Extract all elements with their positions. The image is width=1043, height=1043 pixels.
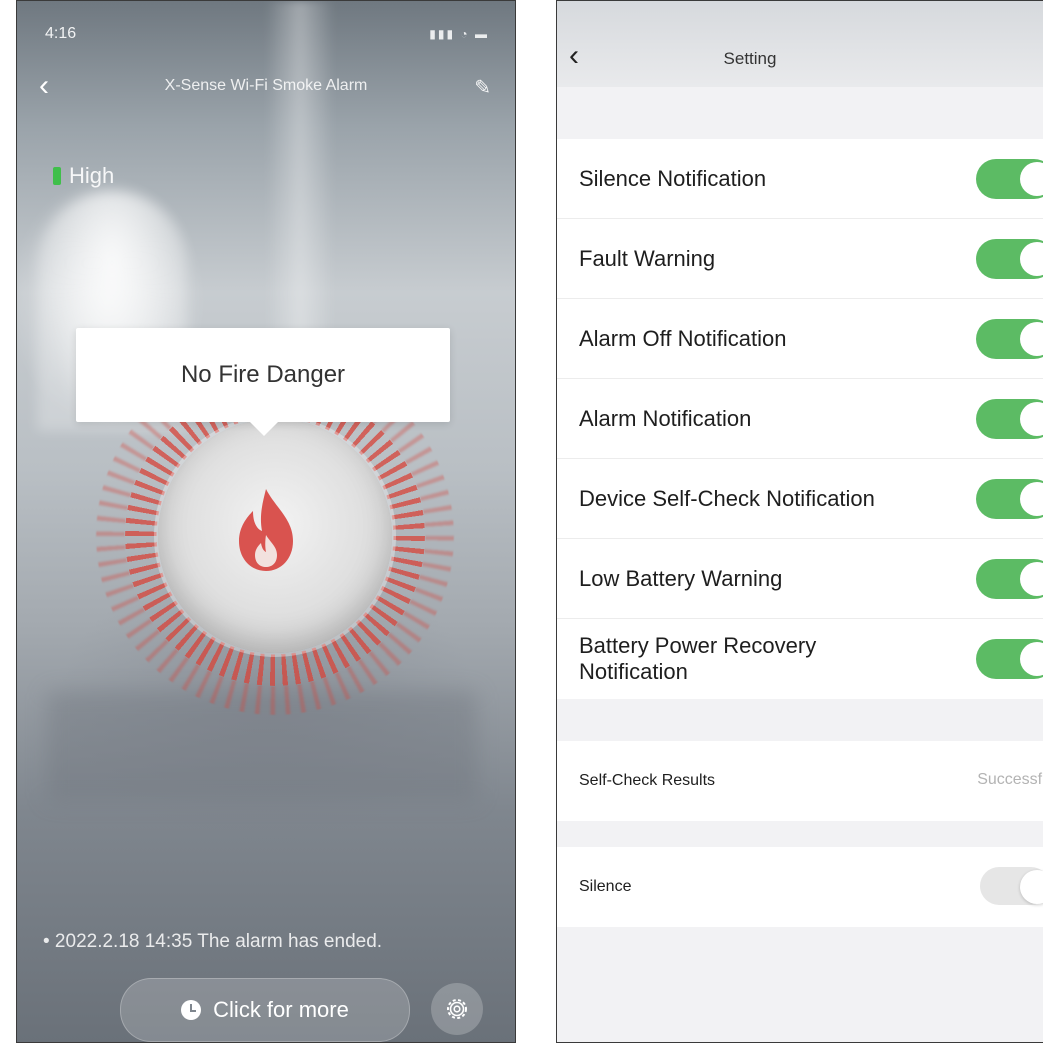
toggle-knob [1020, 402, 1043, 436]
toggle-knob [1020, 870, 1043, 904]
self-check-notification-toggle[interactable] [976, 479, 1043, 519]
self-check-results-row[interactable]: Self-Check Results Successfu [557, 741, 1043, 821]
toggle-knob [1020, 162, 1043, 196]
low-battery-warning-toggle[interactable] [976, 559, 1043, 599]
toggle-knob [1020, 322, 1043, 356]
setting-row-self-check-notification: Device Self-Check Notification [557, 459, 1043, 539]
setting-label: Fault Warning [579, 245, 716, 271]
page-title: Setting [723, 49, 777, 68]
fault-warning-toggle[interactable] [976, 239, 1043, 279]
setting-label: Silence Notification [579, 165, 767, 191]
clock-icon [181, 1000, 202, 1020]
setting-row-silence-notification: Silence Notification [557, 139, 1043, 219]
setting-row-low-battery-warning: Low Battery Warning [557, 539, 1043, 619]
silence-toggle[interactable] [980, 867, 1043, 905]
alarm-notification-toggle[interactable] [976, 399, 1043, 439]
setting-row-battery-recovery-notification: Battery Power Recovery Notification [557, 619, 1043, 699]
event-log-entry: • 2022.2.18 14:35 The alarm has ended. [43, 931, 383, 952]
nav-bar: ‹ Setting [557, 1, 1043, 87]
status-message: No Fire Danger [180, 361, 346, 388]
setting-label: Alarm Notification [579, 405, 752, 431]
toggle-knob [1020, 642, 1043, 676]
alarm-off-notification-toggle[interactable] [976, 319, 1043, 359]
status-time: 4:16 [45, 25, 77, 42]
toggle-knob [1020, 482, 1043, 516]
status-icons: ▮▮▮ ◔ ▬ [429, 27, 489, 41]
click-for-more-button[interactable]: Click for more [120, 978, 410, 1042]
battery-icon [53, 167, 61, 185]
device-screen: 4:16 ▮▮▮ ◔ ▬ ‹ X-Sense Wi-Fi Smoke Alarm… [16, 0, 516, 1043]
background-pillar [265, 1, 335, 361]
settings-screen: ‹ Setting Silence Notification Fault War… [556, 0, 1043, 1043]
setting-row-fault-warning: Fault Warning [557, 219, 1043, 299]
edit-icon[interactable]: ✎ [474, 75, 491, 100]
battery-recovery-notification-toggle[interactable] [976, 639, 1043, 679]
battery-label: High [69, 163, 115, 188]
toggle-knob [1020, 562, 1043, 596]
silence-notification-toggle[interactable] [976, 159, 1043, 199]
status-tooltip: No Fire Danger [76, 328, 450, 436]
setting-label: Alarm Off Notification [579, 325, 787, 351]
silence-row: Silence [557, 847, 1043, 927]
silence-label: Silence [579, 878, 632, 895]
setting-label: Low Battery Warning [579, 565, 783, 591]
settings-button[interactable] [431, 983, 483, 1035]
toggle-knob [1020, 242, 1043, 276]
page-title: X-Sense Wi-Fi Smoke Alarm [164, 77, 368, 94]
setting-label: Device Self-Check Notification [579, 485, 875, 511]
flame-icon [239, 489, 293, 571]
setting-row-alarm-off-notification: Alarm Off Notification [557, 299, 1043, 379]
back-icon[interactable]: ‹ [39, 71, 49, 101]
self-check-label: Self-Check Results [579, 772, 716, 789]
notification-settings-list: Silence Notification Fault Warning Alarm… [557, 139, 1043, 699]
self-check-value: Successfu [977, 771, 1043, 788]
setting-label: Battery Power Recovery Notification [579, 633, 817, 684]
setting-row-alarm-notification: Alarm Notification [557, 379, 1043, 459]
click-for-more-label: Click for more [213, 997, 349, 1022]
battery-status: High [53, 163, 114, 189]
gear-icon [447, 999, 467, 1019]
